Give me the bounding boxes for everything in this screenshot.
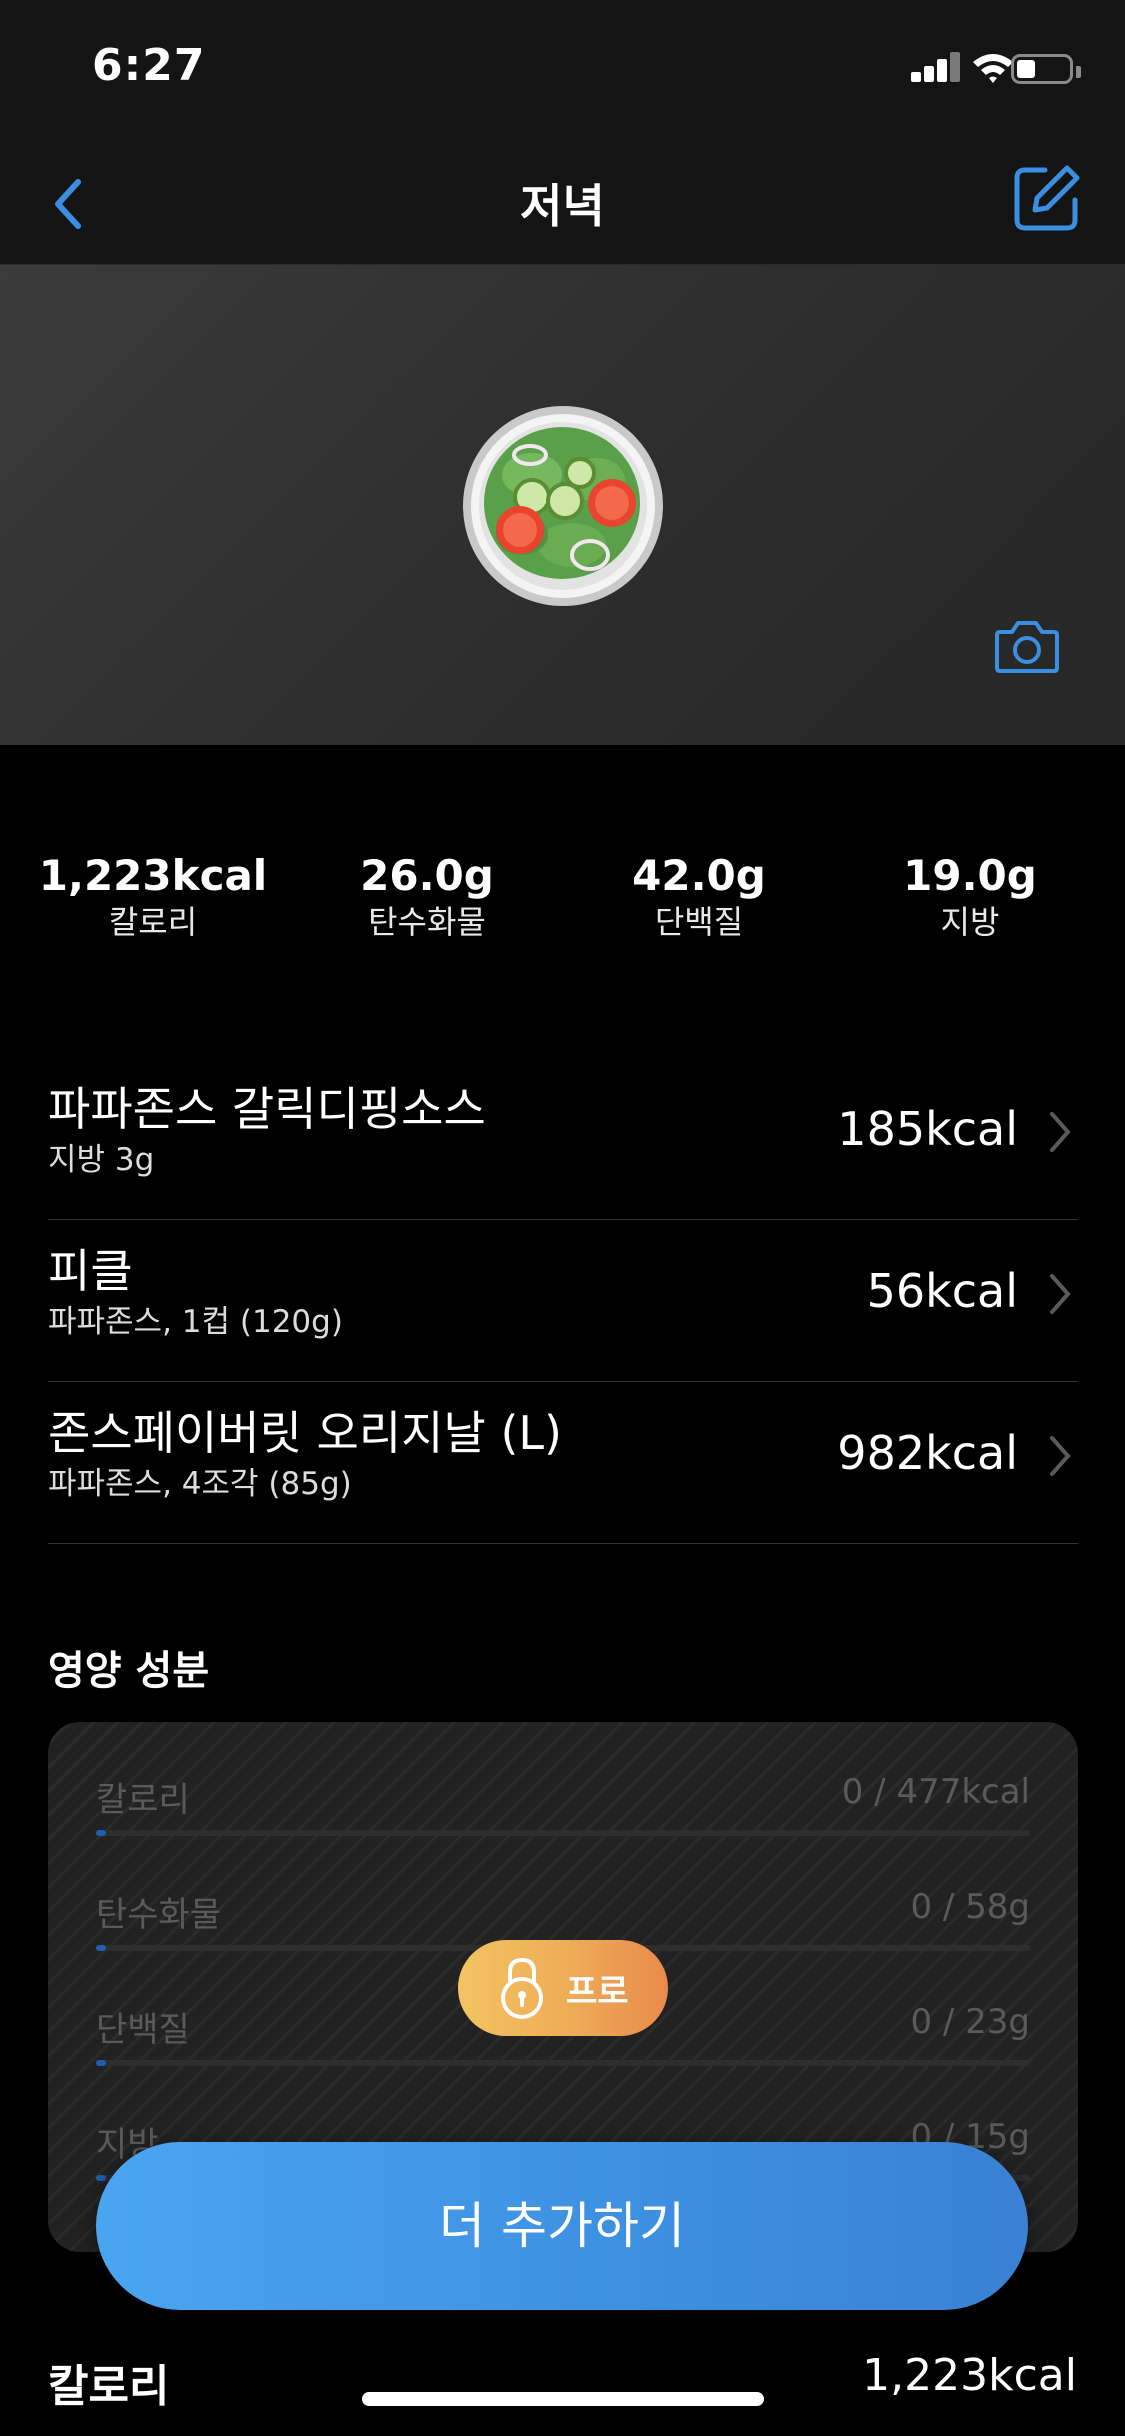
- summary-carbs: 26.0g 탄수화물: [287, 850, 567, 942]
- summary-value: 19.0g: [903, 851, 1037, 900]
- nutrition-label: 칼로리: [96, 1780, 190, 1820]
- summary-protein: 42.0g 단백질: [559, 850, 839, 942]
- lock-icon: [501, 1957, 543, 2019]
- nutrition-label: 탄수화물: [96, 1895, 222, 1935]
- nutrition-value: 0 / 477kcal: [841, 1772, 1030, 1812]
- battery-cap: [1076, 66, 1081, 78]
- edit-icon: [1014, 165, 1080, 231]
- nutrition-progress-bar: [96, 1830, 1030, 1836]
- nutrition-value: 0 / 58g: [910, 1887, 1030, 1927]
- food-detail: 파파존스, 4조각 (85g): [48, 1466, 352, 1502]
- camera-icon: [995, 621, 1059, 673]
- nutrition-section-title: 영양 성분: [48, 1648, 210, 1694]
- nutrition-progress-fill: [96, 1945, 106, 1951]
- battery-fill: [1017, 60, 1035, 78]
- food-detail: 파파존스, 1컵 (120g): [48, 1304, 343, 1340]
- food-detail: 지방 3g: [48, 1142, 155, 1178]
- summary-fat: 19.0g 지방: [830, 850, 1110, 942]
- food-item[interactable]: 피클 파파존스, 1컵 (120g) 56kcal: [48, 1220, 1078, 1382]
- status-time: 6:27: [92, 40, 206, 91]
- status-icons: [873, 50, 1083, 90]
- wifi-icon: [973, 54, 1013, 83]
- summary-label: 탄수화물: [368, 903, 486, 941]
- summary-value: 26.0g: [360, 851, 494, 900]
- pro-unlock-button[interactable]: 프로: [458, 1940, 668, 2036]
- chevron-right-icon: [1050, 1274, 1071, 1314]
- status-bar: 6:27: [0, 0, 1125, 132]
- home-indicator[interactable]: [362, 2392, 764, 2406]
- food-name: 파파존스 갈릭디핑소스: [48, 1082, 486, 1136]
- navigation-bar: 저녁: [0, 132, 1125, 265]
- summary-value: 1,223kcal: [38, 851, 268, 900]
- food-list: 파파존스 갈릭디핑소스 지방 3g 185kcal 피클 파파존스, 1컵 (1…: [48, 1058, 1078, 1544]
- food-calories: 982kcal: [837, 1426, 1018, 1480]
- chevron-right-icon: [1050, 1112, 1071, 1152]
- summary-label: 단백질: [654, 903, 744, 941]
- cellular-signal-icon: [911, 50, 961, 90]
- battery-icon: [1011, 54, 1073, 84]
- nutrition-progress-fill: [96, 2175, 106, 2181]
- nutrition-progress-bar: [96, 2060, 1030, 2066]
- footer-calorie-label: 칼로리: [48, 2361, 170, 2412]
- nutrition-row-calories: 칼로리 0 / 477kcal: [96, 1772, 1030, 1872]
- food-calories: 56kcal: [866, 1264, 1018, 1318]
- meal-detail-screen: 6:27 저녁 1,223kcal 칼로리 26.0g 탄수화물 42.0g 단…: [0, 0, 1125, 2436]
- summary-label: 지방: [940, 903, 1000, 941]
- food-calories: 185kcal: [837, 1102, 1018, 1156]
- add-more-button[interactable]: 더 추가하기: [96, 2142, 1028, 2310]
- camera-button[interactable]: [994, 618, 1060, 674]
- summary-calories: 1,223kcal 칼로리: [13, 850, 293, 942]
- summary-value: 42.0g: [632, 851, 766, 900]
- food-name: 피클: [48, 1244, 133, 1298]
- nutrition-label: 단백질: [96, 2010, 190, 2050]
- edit-button[interactable]: [1011, 162, 1083, 234]
- nutrition-progress-fill: [96, 1830, 106, 1836]
- food-name: 존스페이버릿 오리지날 (L): [48, 1406, 562, 1460]
- green-salad-icon: [463, 406, 663, 606]
- food-item[interactable]: 존스페이버릿 오리지날 (L) 파파존스, 4조각 (85g) 982kcal: [48, 1382, 1078, 1544]
- summary-label: 칼로리: [108, 903, 198, 941]
- macro-summary: 1,223kcal 칼로리 26.0g 탄수화물 42.0g 단백질 19.0g…: [0, 850, 1125, 950]
- food-item[interactable]: 파파존스 갈릭디핑소스 지방 3g 185kcal: [48, 1058, 1078, 1220]
- nutrition-value: 0 / 23g: [910, 2002, 1030, 2042]
- meal-photo-area: [0, 265, 1125, 745]
- footer-calorie-value: 1,223kcal: [862, 2350, 1077, 2401]
- nutrition-progress-fill: [96, 2060, 106, 2066]
- page-title: 저녁: [520, 179, 605, 233]
- pro-label: 프로: [566, 1972, 629, 2012]
- chevron-right-icon: [1050, 1436, 1071, 1476]
